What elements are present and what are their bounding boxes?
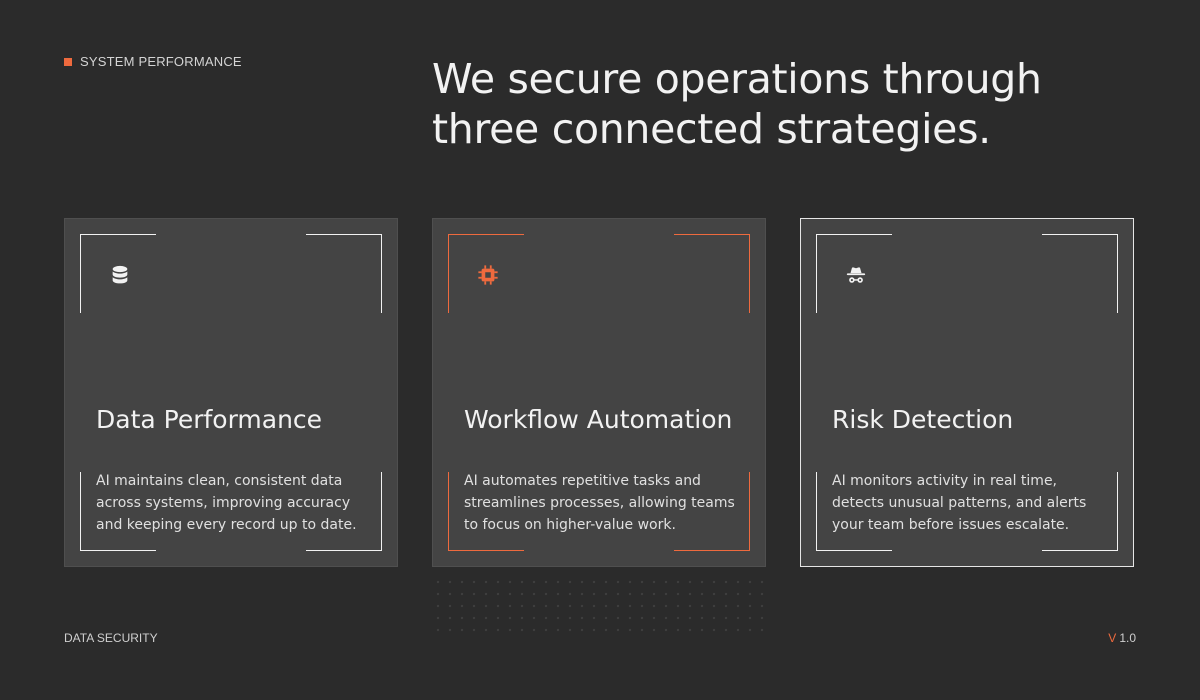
card-description: AI automates repetitive tasks and stream… xyxy=(464,473,735,533)
incognito-icon xyxy=(845,264,867,286)
version-prefix: V xyxy=(1108,631,1117,645)
accent-square xyxy=(64,57,72,66)
card-description: AI monitors activity in real time, detec… xyxy=(832,473,1087,533)
dot-pattern-decoration xyxy=(432,576,768,632)
card-risk-detection: Risk Detection AI monitors activity in r… xyxy=(800,218,1134,567)
corner-bracket xyxy=(1042,234,1118,313)
page-headline: We secure operations through three conne… xyxy=(432,55,1042,153)
version-number: 1.0 xyxy=(1119,631,1136,645)
corner-bracket xyxy=(674,234,750,313)
version-label: V 1.0 xyxy=(1108,631,1136,645)
corner-bracket xyxy=(306,234,382,313)
section-label-text: SYSTEM PERFORMANCE xyxy=(80,54,242,69)
database-icon xyxy=(109,264,131,286)
card-title: Data Performance xyxy=(96,405,323,434)
card-description: AI maintains clean, consistent data acro… xyxy=(96,473,357,533)
card-title: Workflow Automation xyxy=(464,405,733,434)
section-label: SYSTEM PERFORMANCE xyxy=(64,54,242,69)
card-workflow-automation: Workflow Automation AI automates repetit… xyxy=(432,218,766,567)
card-title: Risk Detection xyxy=(832,405,1014,434)
card-data-performance: Data Performance AI maintains clean, con… xyxy=(64,218,398,567)
cpu-chip-icon xyxy=(477,264,499,286)
footer-label: DATA SECURITY xyxy=(64,631,158,645)
